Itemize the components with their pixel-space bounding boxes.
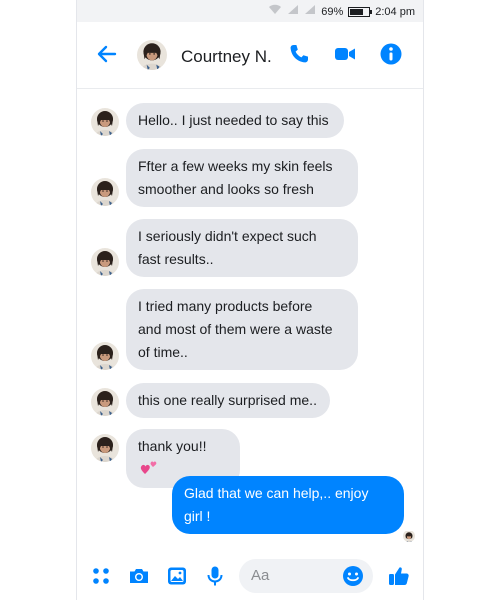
outgoing-message-bubble[interactable]: Glad that we can help,.. enjoy girl ! <box>172 476 404 534</box>
back-arrow-icon[interactable] <box>95 42 119 66</box>
sender-avatar <box>91 388 119 416</box>
video-camera-icon[interactable] <box>333 42 357 66</box>
status-bar: 69% 2:04 pm <box>77 0 423 22</box>
incoming-message-bubble[interactable]: Hello.. I just needed to say this <box>126 103 344 138</box>
message-composer <box>77 552 423 600</box>
sender-avatar <box>91 342 119 370</box>
seen-avatar <box>403 530 415 542</box>
messenger-screen: 69% 2:04 pm Courtney N. Hello.. I just n… <box>76 0 424 600</box>
gallery-icon[interactable] <box>165 564 189 588</box>
wifi-icon <box>268 4 282 19</box>
message-text-line: I seriously didn't expect such <box>138 228 317 244</box>
apps-dots-icon[interactable] <box>89 564 113 588</box>
sender-avatar <box>91 434 119 462</box>
message-text-line: Glad that we can help,.. enjoy <box>184 485 369 501</box>
message-text-line: Ffter a few weeks my skin feels <box>138 158 333 174</box>
emoji-icon[interactable] <box>341 564 365 588</box>
contact-name[interactable]: Courtney N. <box>181 47 272 67</box>
conversation-header: Courtney N. <box>77 22 423 89</box>
message-text-line: I tried many products before <box>138 298 313 314</box>
message-text-line: smoother and looks so fresh <box>138 181 314 197</box>
message-text-line: girl ! <box>184 508 211 524</box>
battery-percent: 69% <box>321 5 344 18</box>
message-text-line: of time.. <box>138 344 188 360</box>
incoming-message-bubble[interactable]: I seriously didn't expect such fast resu… <box>126 219 358 277</box>
message-text-line: fast results.. <box>138 251 214 267</box>
camera-icon[interactable] <box>127 564 151 588</box>
message-text-line: and most of them were a waste <box>138 321 333 337</box>
battery-icon <box>348 6 373 17</box>
signal-icon-2 <box>304 4 316 19</box>
thumbs-up-icon[interactable] <box>387 564 411 588</box>
incoming-message-bubble[interactable]: I tried many products before and most of… <box>126 289 358 370</box>
sender-avatar <box>91 248 119 276</box>
message-text-line: this one really surprised me.. <box>138 392 317 408</box>
message-input[interactable] <box>251 567 341 584</box>
pink-hearts-icon <box>140 459 158 482</box>
microphone-icon[interactable] <box>203 564 227 588</box>
incoming-message-bubble[interactable]: Ffter a few weeks my skin feels smoother… <box>126 149 358 207</box>
message-text-line: Hello.. I just needed to say this <box>138 112 329 128</box>
message-text-line: thank you!! <box>138 435 228 482</box>
info-icon[interactable] <box>379 42 403 66</box>
incoming-message-bubble[interactable]: this one really surprised me.. <box>126 383 330 418</box>
sender-avatar <box>91 108 119 136</box>
message-text: thank you!! <box>138 438 207 454</box>
phone-icon[interactable] <box>287 42 311 66</box>
message-input-box[interactable] <box>239 559 373 593</box>
sender-avatar <box>91 178 119 206</box>
contact-avatar[interactable] <box>137 40 167 70</box>
status-time: 2:04 pm <box>375 5 415 18</box>
signal-icon <box>287 4 299 19</box>
